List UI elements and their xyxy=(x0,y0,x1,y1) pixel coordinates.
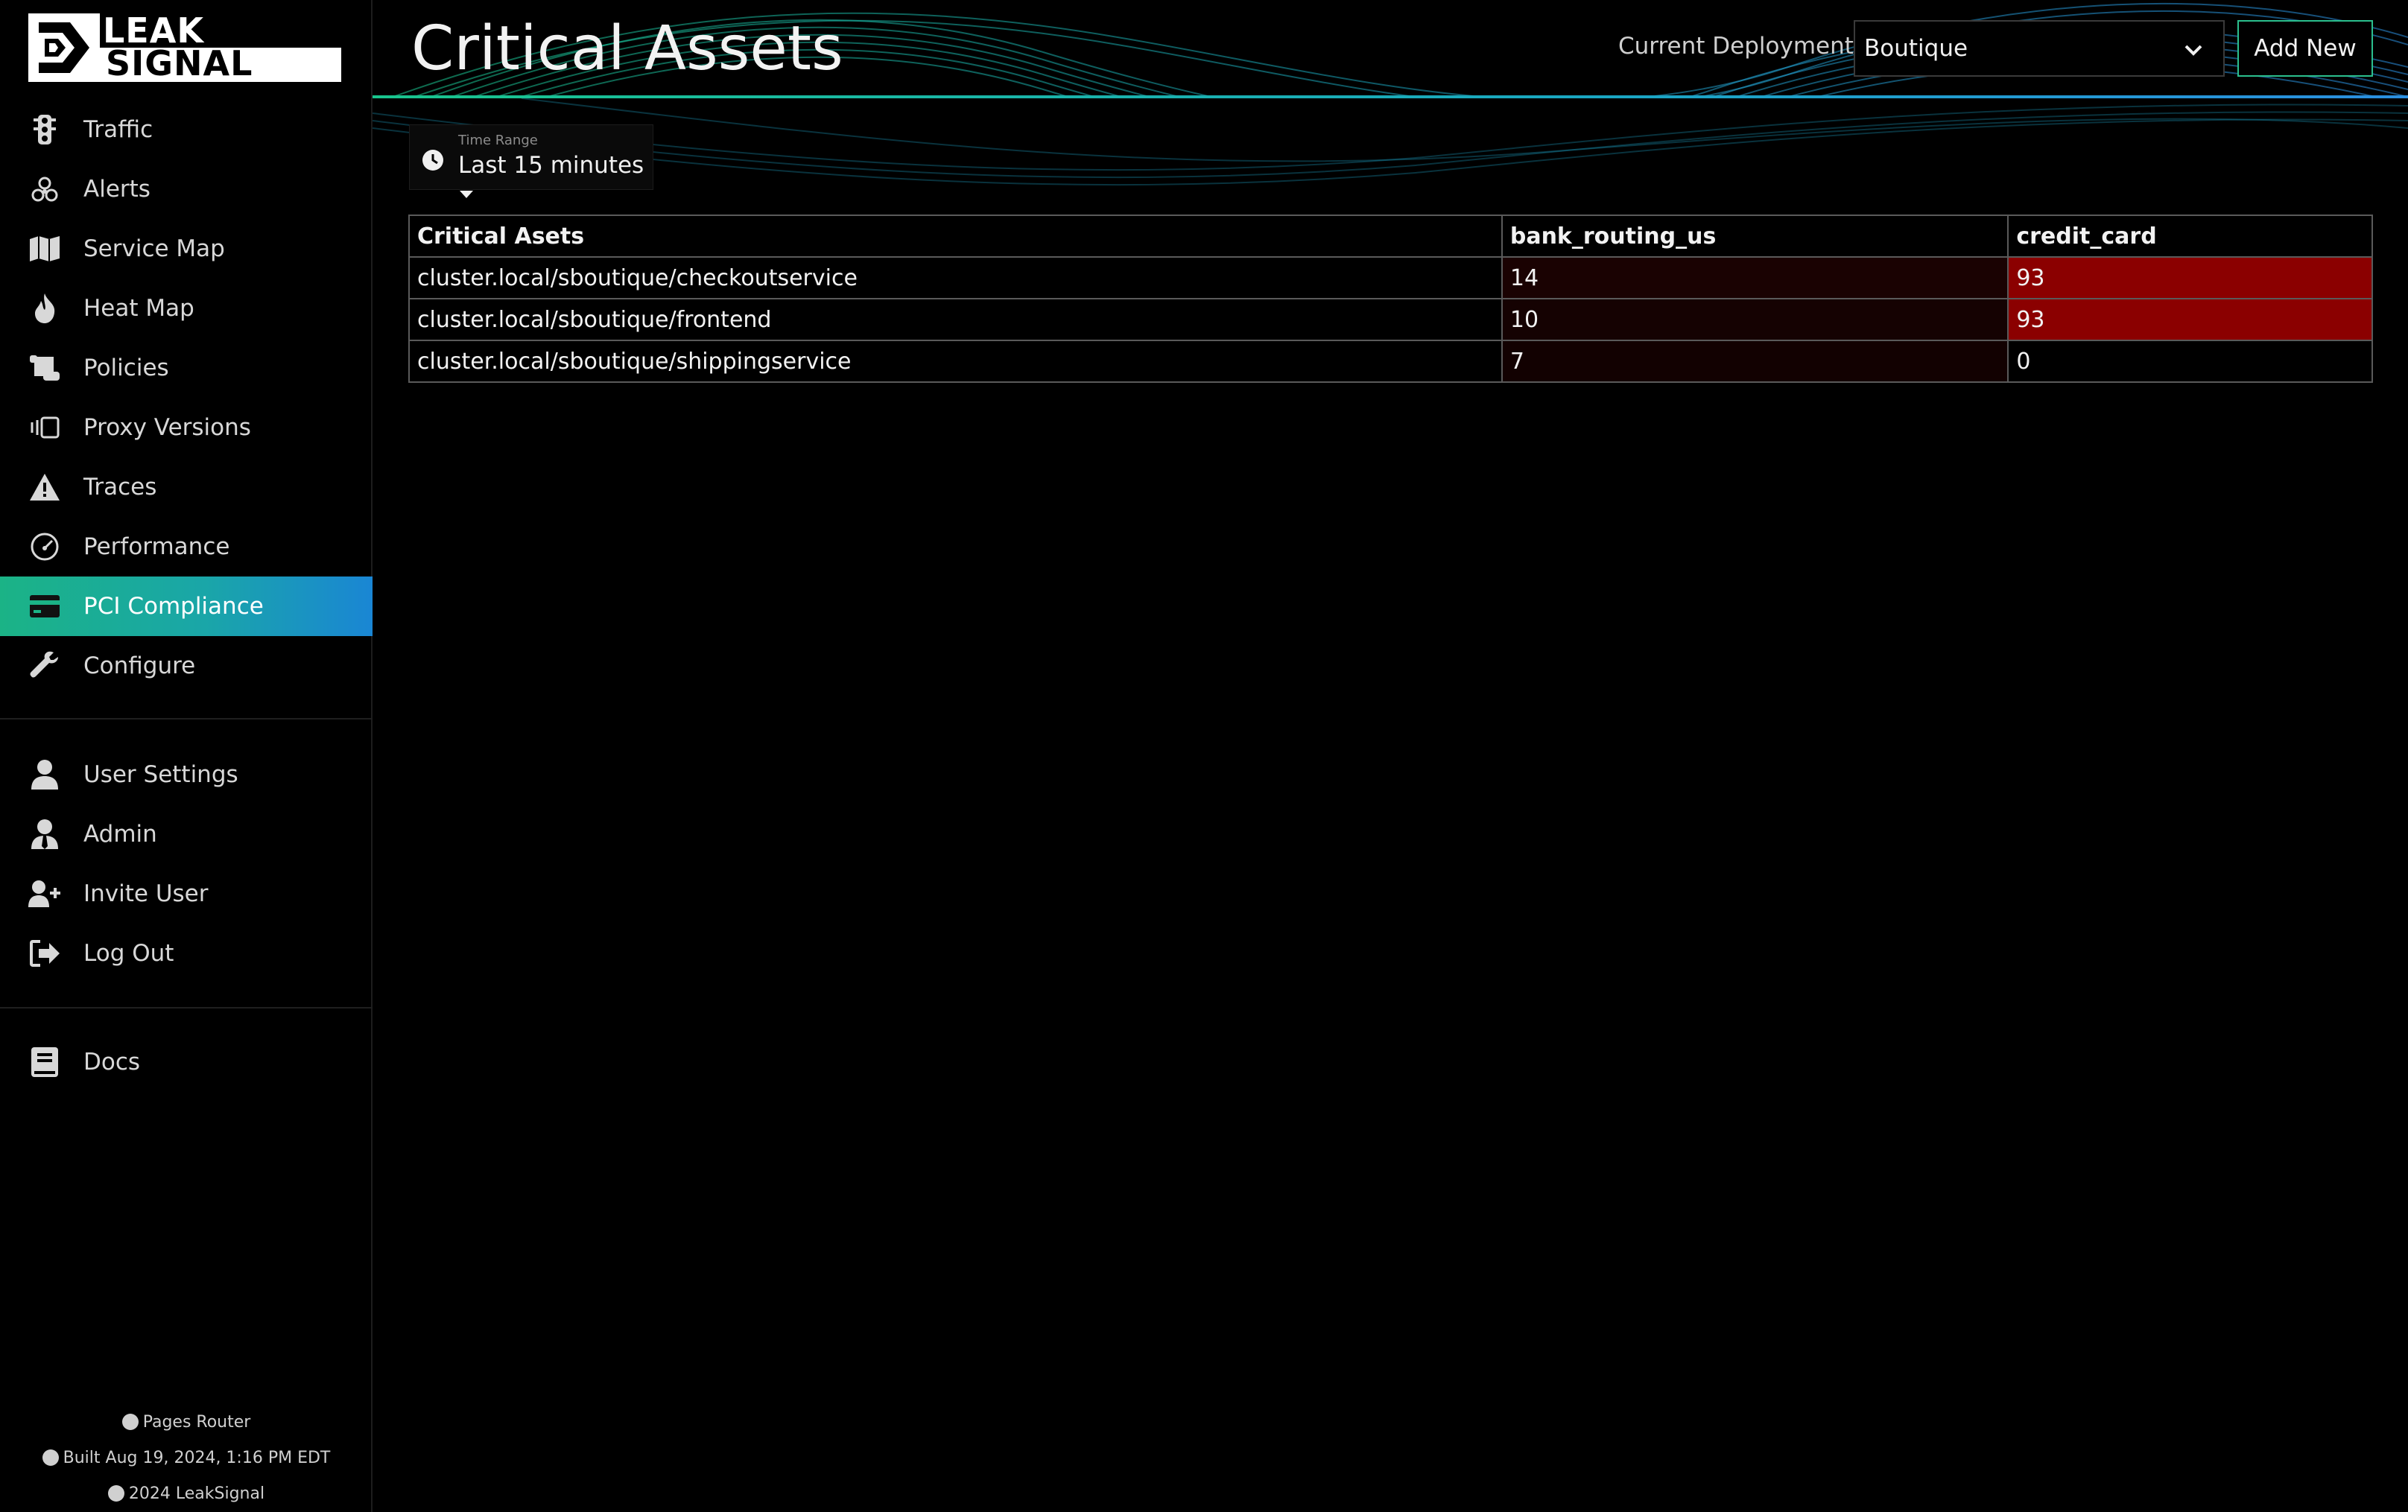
deployment-value: Boutique xyxy=(1864,35,1968,62)
bank-routing-cell: 10 xyxy=(1501,298,2009,341)
copyright-icon xyxy=(107,1485,124,1502)
asset-name-cell: cluster.local/sboutique/checkoutservice xyxy=(408,256,1503,299)
credit-card-cell: 0 xyxy=(2007,340,2373,383)
user-icon xyxy=(28,758,61,791)
caret-down-icon xyxy=(460,190,473,198)
sidebar-item-label: Proxy Versions xyxy=(83,414,251,441)
sidebar-divider xyxy=(0,1007,373,1008)
table-row[interactable]: cluster.local/sboutique/checkoutservice … xyxy=(408,256,2373,299)
sidebar-item-label: Heat Map xyxy=(83,295,194,322)
sidebar-item-label: Traffic xyxy=(83,116,153,143)
sidebar-item-label: Alerts xyxy=(83,176,150,203)
bank-routing-cell: 14 xyxy=(1501,256,2009,299)
column-header[interactable]: Critical Asets xyxy=(408,215,1503,258)
router-info: Pages Router xyxy=(0,1404,373,1440)
sidebar-item-label: Docs xyxy=(83,1049,141,1076)
sidebar-item-label: User Settings xyxy=(83,761,238,788)
time-range-label: Time Range xyxy=(458,133,538,148)
chevron-down-icon xyxy=(2183,39,2204,66)
time-range-text: Last 15 minutes xyxy=(458,152,644,179)
biohazard-icon xyxy=(28,173,61,206)
sidebar-item-admin[interactable]: Admin xyxy=(0,804,373,864)
deployment-select[interactable]: Boutique xyxy=(1854,20,2225,77)
map-icon xyxy=(28,232,61,265)
deployment-label: Current Deployment: xyxy=(1618,33,1862,60)
credit-card-cell: 93 xyxy=(2007,298,2373,341)
asset-name-cell: cluster.local/sboutique/frontend xyxy=(408,298,1503,341)
versions-icon xyxy=(28,411,61,444)
clock-icon xyxy=(42,1449,59,1466)
account-nav: User Settings Admin Invite User Log Out xyxy=(0,745,373,983)
sidebar-item-performance[interactable]: Performance xyxy=(0,517,373,576)
sidebar-item-docs[interactable]: Docs xyxy=(0,1032,373,1092)
asset-name-cell: cluster.local/sboutique/shippingservice xyxy=(408,340,1503,383)
sidebar-item-label: Performance xyxy=(83,533,230,560)
column-header[interactable]: credit_card xyxy=(2007,215,2373,258)
main-nav: Traffic Alerts Service Map Heat Map Poli… xyxy=(0,100,373,696)
sidebar-item-traces[interactable]: Traces xyxy=(0,457,373,517)
logo-mark-icon xyxy=(28,13,100,82)
sidebar-item-label: Policies xyxy=(83,355,169,381)
sidebar: LEAK SIGNAL Traffic Alerts Service Map H… xyxy=(0,0,373,1512)
sidebar-item-label: Service Map xyxy=(83,235,225,262)
leaksignal-logo[interactable]: LEAK SIGNAL xyxy=(28,10,341,83)
docs-nav: Docs xyxy=(0,1032,373,1092)
copyright-text: 2024 LeakSignal xyxy=(128,1484,265,1503)
background-waves xyxy=(373,98,2408,195)
bank-routing-cell: 7 xyxy=(1501,340,2009,383)
build-text: Built Aug 19, 2024, 1:16 PM EDT xyxy=(63,1448,331,1467)
column-header[interactable]: bank_routing_us xyxy=(1501,215,2009,258)
credit-card-icon xyxy=(28,590,61,623)
table-row[interactable]: cluster.local/sboutique/frontend 10 93 xyxy=(408,298,2373,341)
sidebar-footer: Pages Router Built Aug 19, 2024, 1:16 PM… xyxy=(0,1404,373,1511)
sidebar-item-label: Log Out xyxy=(83,940,174,967)
flame-icon xyxy=(28,292,61,325)
critical-assets-table: Critical Asets bank_routing_us credit_ca… xyxy=(408,215,2373,383)
sidebar-item-configure[interactable]: Configure xyxy=(0,636,373,696)
logout-icon xyxy=(28,937,61,970)
add-new-button[interactable]: Add New xyxy=(2237,20,2373,77)
sidebar-item-label: PCI Compliance xyxy=(83,593,264,620)
nextjs-icon xyxy=(121,1414,139,1430)
sidebar-item-pci-compliance[interactable]: PCI Compliance xyxy=(0,576,373,636)
sidebar-item-alerts[interactable]: Alerts xyxy=(0,159,373,219)
wrench-icon xyxy=(28,649,61,682)
router-text: Pages Router xyxy=(142,1412,251,1432)
sidebar-item-policies[interactable]: Policies xyxy=(0,338,373,398)
sidebar-divider xyxy=(0,718,373,720)
table-header-row: Critical Asets bank_routing_us credit_ca… xyxy=(408,215,2373,258)
sidebar-item-log-out[interactable]: Log Out xyxy=(0,924,373,983)
sidebar-item-user-settings[interactable]: User Settings xyxy=(0,745,373,804)
sidebar-item-label: Invite User xyxy=(83,880,209,907)
sidebar-item-proxy-versions[interactable]: Proxy Versions xyxy=(0,398,373,457)
scroll-icon xyxy=(28,352,61,384)
user-tie-icon xyxy=(28,818,61,851)
sidebar-item-label: Traces xyxy=(83,474,157,501)
traffic-light-icon xyxy=(28,113,61,146)
sidebar-item-invite-user[interactable]: Invite User xyxy=(0,864,373,924)
sidebar-item-service-map[interactable]: Service Map xyxy=(0,219,373,279)
table-row[interactable]: cluster.local/sboutique/shippingservice … xyxy=(408,340,2373,383)
warning-triangle-icon xyxy=(28,471,61,504)
copyright-info: 2024 LeakSignal xyxy=(0,1476,373,1511)
clock-icon xyxy=(422,149,444,174)
sidebar-item-traffic[interactable]: Traffic xyxy=(0,100,373,159)
time-range-value: Last 15 minutes xyxy=(458,152,653,206)
build-info: Built Aug 19, 2024, 1:16 PM EDT xyxy=(0,1440,373,1476)
sidebar-item-label: Admin xyxy=(83,821,157,848)
sidebar-item-label: Configure xyxy=(83,652,196,679)
page-title: Critical Assets xyxy=(411,13,843,84)
logo-text-bottom: SIGNAL xyxy=(106,43,253,83)
credit-card-cell: 93 xyxy=(2007,256,2373,299)
user-plus-icon xyxy=(28,877,61,910)
book-icon xyxy=(28,1046,61,1079)
time-range-picker[interactable]: Time Range Last 15 minutes xyxy=(409,124,653,198)
sidebar-item-heat-map[interactable]: Heat Map xyxy=(0,279,373,338)
gauge-icon xyxy=(28,530,61,563)
